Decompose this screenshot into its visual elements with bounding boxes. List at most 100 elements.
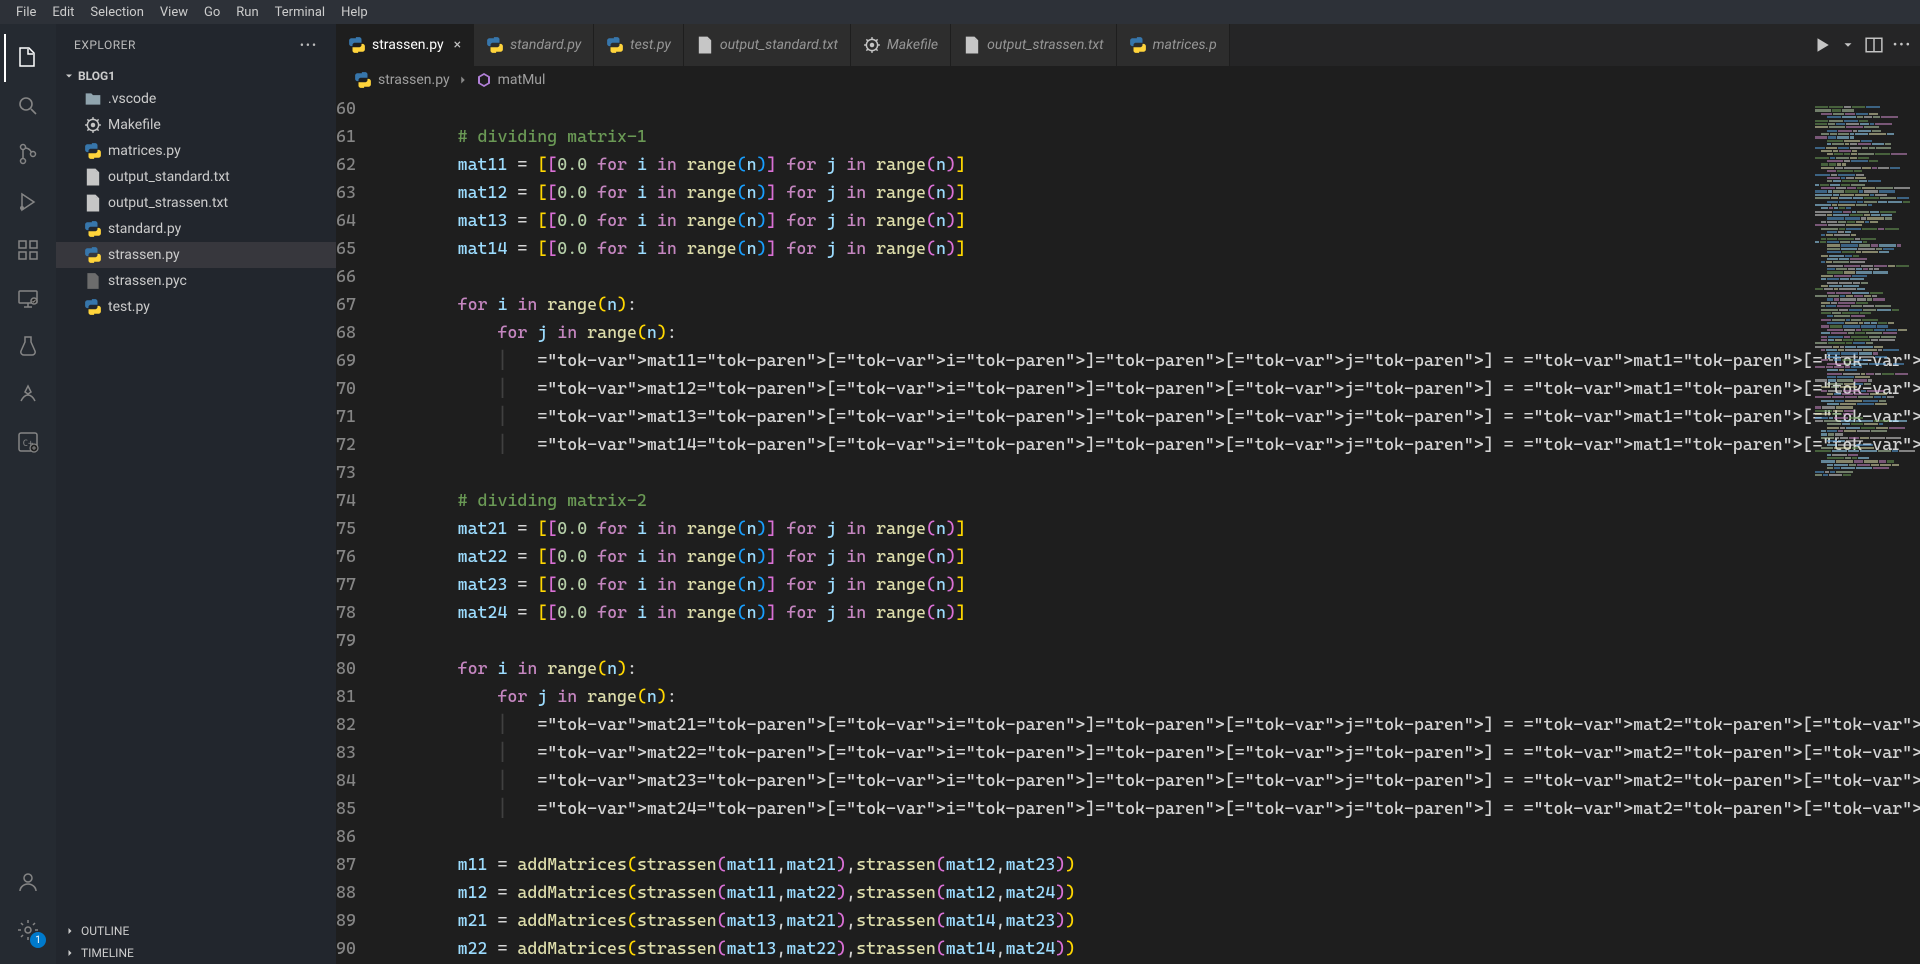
text-icon: [84, 194, 102, 212]
chevron-right-icon: [456, 73, 470, 87]
sidebar-title: EXPLORER: [74, 38, 136, 52]
python-icon: [348, 36, 366, 54]
tab-label: matrices.p: [1153, 37, 1217, 53]
file-explorer: BLOG1 .vscode Makefile matrices.py output_s…: [56, 66, 336, 920]
more-icon[interactable]: •••: [1893, 38, 1912, 53]
chevron-right-icon: [64, 947, 76, 959]
code-content[interactable]: # dividing matrix-1 mat11 = [[0.0 for i …: [378, 94, 1920, 964]
test-icon[interactable]: [4, 322, 52, 370]
file-label: strassen.py: [108, 247, 180, 263]
menu-go[interactable]: Go: [196, 5, 228, 20]
remote-icon[interactable]: [4, 274, 52, 322]
tabs: strassen.py × standard.py test.py output_sta…: [336, 24, 1920, 66]
menu-view[interactable]: View: [152, 5, 196, 20]
file-label: matrices.py: [108, 143, 181, 159]
extensions-icon[interactable]: [4, 226, 52, 274]
file-standard-py[interactable]: standard.py: [56, 216, 336, 242]
folder-icon: [84, 90, 102, 108]
code-editor[interactable]: 6061626364656667686970717273747576777879…: [336, 94, 1920, 964]
gear-icon[interactable]: 1: [4, 906, 52, 954]
breadcrumbs[interactable]: strassen.py matMul: [336, 66, 1920, 94]
file-test-py[interactable]: test.py: [56, 294, 336, 320]
menubar: FileEditSelectionViewGoRunTerminalHelp: [0, 0, 1920, 24]
tab-label: Makefile: [887, 37, 938, 53]
binary-icon: [84, 272, 102, 290]
tab-label: strassen.py: [372, 37, 444, 53]
menu-help[interactable]: Help: [333, 5, 376, 20]
files-icon[interactable]: [4, 34, 52, 82]
python-icon: [606, 36, 624, 54]
makefile-icon: [84, 116, 102, 134]
file--vscode[interactable]: .vscode: [56, 86, 336, 112]
makefile-icon: [863, 36, 881, 54]
file-label: output_standard.txt: [108, 169, 230, 185]
python-icon: [1129, 36, 1147, 54]
sidebar: EXPLORER ••• BLOG1 .vscode Makefile matric…: [56, 24, 336, 964]
file-label: Makefile: [108, 117, 161, 133]
tab-Makefile[interactable]: Makefile: [851, 24, 951, 66]
tab-matrices-p[interactable]: matrices.p: [1117, 24, 1230, 66]
menu-edit[interactable]: Edit: [44, 5, 82, 20]
menu-terminal[interactable]: Terminal: [267, 5, 333, 20]
file-Makefile[interactable]: Makefile: [56, 112, 336, 138]
split-editor-icon[interactable]: [1865, 36, 1883, 54]
run-icon[interactable]: [1813, 36, 1831, 54]
tab-label: output_strassen.txt: [987, 37, 1103, 53]
file-label: output_strassen.txt: [108, 195, 228, 211]
tab-standard-py[interactable]: standard.py: [474, 24, 594, 66]
python-icon: [84, 298, 102, 316]
text-icon: [84, 168, 102, 186]
breadcrumb-symbol[interactable]: matMul: [498, 72, 546, 88]
chevron-right-icon: [64, 925, 76, 937]
run-debug-icon[interactable]: [4, 178, 52, 226]
sidebar-header: EXPLORER •••: [56, 24, 336, 66]
file-output_strassen-txt[interactable]: output_strassen.txt: [56, 190, 336, 216]
timeline-section[interactable]: TIMELINE: [56, 942, 336, 964]
tab-strassen-py[interactable]: strassen.py ×: [336, 24, 474, 66]
tab-label: standard.py: [510, 37, 581, 53]
file-label: test.py: [108, 299, 150, 315]
text-icon: [963, 36, 981, 54]
menu-file[interactable]: File: [8, 5, 44, 20]
activity-bar: C+ 1: [0, 24, 56, 964]
outline-label: OUTLINE: [81, 924, 129, 938]
tab-label: test.py: [630, 37, 671, 53]
python-icon: [486, 36, 504, 54]
timeline-label: TIMELINE: [81, 946, 134, 960]
search-icon[interactable]: [4, 82, 52, 130]
text-icon: [696, 36, 714, 54]
menu-selection[interactable]: Selection: [82, 5, 151, 20]
method-icon: [476, 72, 492, 88]
python-icon: [84, 142, 102, 160]
cpp-icon[interactable]: C+: [4, 418, 52, 466]
minimap[interactable]: [1810, 106, 1920, 477]
file-label: .vscode: [108, 91, 156, 107]
file-label: strassen.pyc: [108, 273, 187, 289]
tab-output_strassen-txt[interactable]: output_strassen.txt: [951, 24, 1116, 66]
editor-area: strassen.py × standard.py test.py output_sta…: [336, 24, 1920, 964]
chevron-down-icon: [63, 70, 75, 82]
updates-badge: 1: [30, 932, 46, 948]
account-icon[interactable]: [4, 858, 52, 906]
line-numbers: 6061626364656667686970717273747576777879…: [336, 94, 378, 964]
outline-section[interactable]: OUTLINE: [56, 920, 336, 942]
sidebar-more-icon[interactable]: •••: [300, 38, 318, 52]
file-strassen-py[interactable]: strassen.py: [56, 242, 336, 268]
folder-root[interactable]: BLOG1: [56, 66, 336, 86]
tab-output_standard-txt[interactable]: output_standard.txt: [684, 24, 851, 66]
breadcrumb-file[interactable]: strassen.py: [378, 72, 450, 88]
tab-label: output_standard.txt: [720, 37, 838, 53]
references-icon[interactable]: [4, 370, 52, 418]
file-matrices-py[interactable]: matrices.py: [56, 138, 336, 164]
python-icon: [84, 246, 102, 264]
chevron-down-icon[interactable]: [1841, 38, 1855, 52]
python-icon: [84, 220, 102, 238]
source-control-icon[interactable]: [4, 130, 52, 178]
tab-test-py[interactable]: test.py: [594, 24, 684, 66]
folder-name: BLOG1: [78, 69, 115, 83]
close-icon[interactable]: ×: [454, 37, 461, 53]
file-strassen-pyc[interactable]: strassen.pyc: [56, 268, 336, 294]
menu-run[interactable]: Run: [228, 5, 266, 20]
file-output_standard-txt[interactable]: output_standard.txt: [56, 164, 336, 190]
file-label: standard.py: [108, 221, 181, 237]
